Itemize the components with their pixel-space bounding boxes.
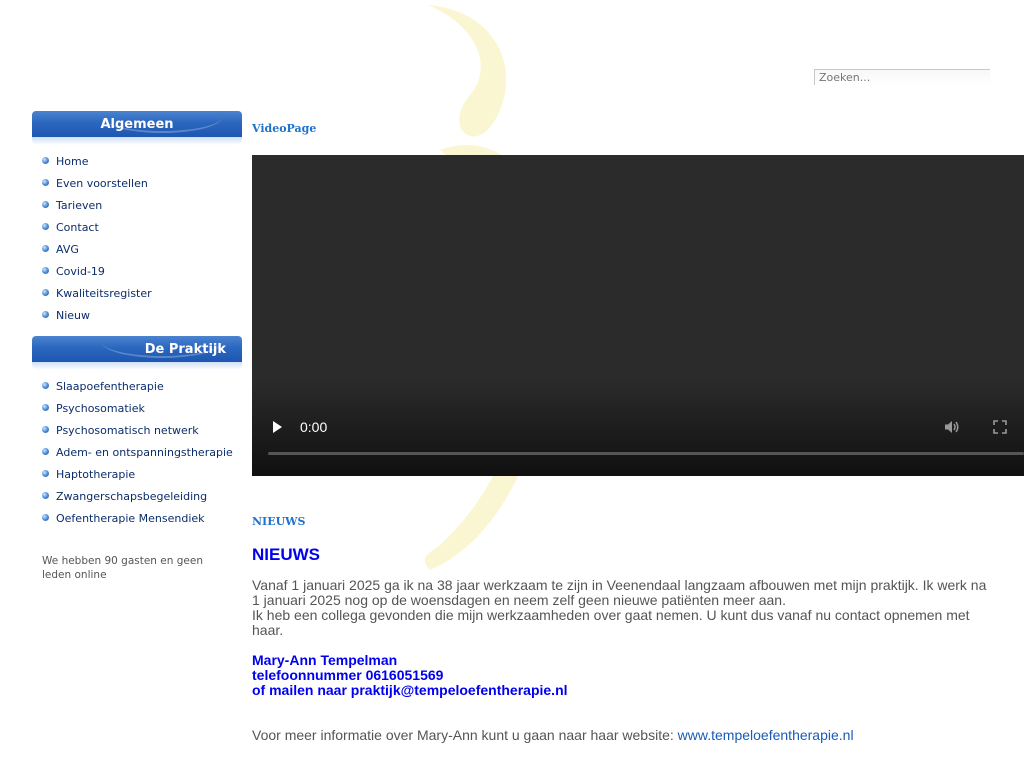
module-header-de-praktijk: De Praktijk: [32, 336, 242, 362]
sidebar-item-even-voorstellen[interactable]: Even voorstellen: [42, 173, 242, 195]
module-header-algemeen: Algemeen: [32, 111, 242, 137]
sidebar-item-home[interactable]: Home: [42, 151, 242, 173]
sidebar-item-psychosomatisch-netwerk[interactable]: Psychosomatisch netwerk: [42, 420, 242, 442]
menu-bullet-icon: [42, 404, 49, 411]
news-paragraph-1: Vanaf 1 januari 2025 ga ik na 38 jaar we…: [252, 577, 987, 608]
menu-bullet-icon: [42, 201, 49, 208]
news-category-label[interactable]: NIEUWS: [252, 515, 305, 528]
sidebar-item-tarieven[interactable]: Tarieven: [42, 195, 242, 217]
menu-bullet-icon: [42, 470, 49, 477]
menu-algemeen: Home Even voorstellen Tarieven Contact A…: [32, 151, 242, 327]
sidebar-item-mensendiek[interactable]: Oefentherapie Mensendiek: [42, 508, 242, 530]
sidebar-item-avg[interactable]: AVG: [42, 239, 242, 261]
sidebar-item-covid[interactable]: Covid-19: [42, 261, 242, 283]
main-content: VideoPage 0:00 NIEUWS NIEUWS Vanaf 1 jan…: [252, 120, 1024, 743]
menu-bullet-icon: [42, 157, 49, 164]
contact-block: Mary-Ann Tempelman telefoonnummer 061605…: [252, 653, 568, 698]
sidebar-item-ademtherapie[interactable]: Adem- en ontspanningstherapie: [42, 442, 242, 464]
menu-bullet-icon: [42, 289, 49, 296]
sidebar-item-contact[interactable]: Contact: [42, 217, 242, 239]
sidebar-item-slaapoefentherapie[interactable]: Slaapoefentherapie: [42, 376, 242, 398]
video-time: 0:00: [300, 419, 328, 435]
menu-bullet-icon: [42, 492, 49, 499]
news-heading: NIEUWS: [252, 545, 320, 564]
menu-bullet-icon: [42, 426, 49, 433]
search-input[interactable]: [814, 69, 990, 85]
fullscreen-icon[interactable]: [993, 420, 1007, 434]
sidebar: Algemeen Home Even voorstellen Tarieven …: [32, 111, 242, 582]
menu-bullet-icon: [42, 448, 49, 455]
menu-bullet-icon: [42, 223, 49, 230]
sidebar-item-kwaliteitsregister[interactable]: Kwaliteitsregister: [42, 283, 242, 305]
menu-bullet-icon: [42, 311, 49, 318]
menu-bullet-icon: [42, 267, 49, 274]
sidebar-item-haptotherapie[interactable]: Haptotherapie: [42, 464, 242, 486]
contact-phone: telefoonnummer 0616051569: [252, 667, 444, 683]
sidebar-item-nieuw[interactable]: Nieuw: [42, 305, 242, 327]
website-link[interactable]: www.tempeloefentherapie.nl: [678, 727, 854, 743]
video-page-title[interactable]: VideoPage: [252, 122, 1024, 135]
news-paragraph-2: Ik heb een collega gevonden die mijn wer…: [252, 607, 970, 638]
sidebar-item-zwangerschapsbegeleiding[interactable]: Zwangerschapsbegeleiding: [42, 486, 242, 508]
news-paragraph: Vanaf 1 januari 2025 ga ik na 38 jaar we…: [252, 578, 992, 638]
menu-bullet-icon: [42, 382, 49, 389]
menu-de-praktijk: Slaapoefentherapie Psychosomatiek Psycho…: [32, 376, 242, 530]
menu-bullet-icon: [42, 514, 49, 521]
play-icon[interactable]: [273, 421, 282, 433]
contact-mail: of mailen naar praktijk@tempeloefenthera…: [252, 682, 568, 698]
sidebar-item-psychosomatiek[interactable]: Psychosomatiek: [42, 398, 242, 420]
contact-name: Mary-Ann Tempelman: [252, 652, 398, 668]
online-status-text: We hebben 90 gasten en geen leden online: [42, 555, 203, 581]
menu-bullet-icon: [42, 245, 49, 252]
video-player[interactable]: 0:00: [252, 155, 1024, 476]
more-info-text: Voor meer informatie over Mary-Ann kunt …: [252, 727, 854, 743]
video-progress-bar[interactable]: [268, 452, 1024, 455]
menu-bullet-icon: [42, 179, 49, 186]
volume-icon[interactable]: [944, 420, 960, 434]
